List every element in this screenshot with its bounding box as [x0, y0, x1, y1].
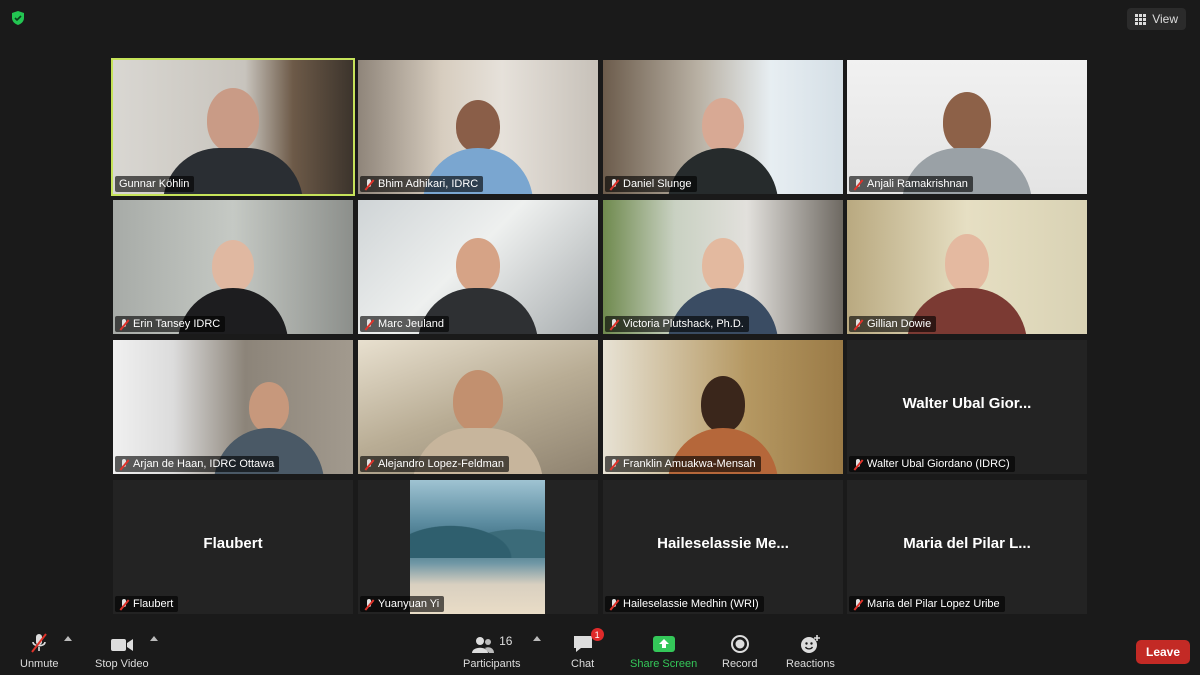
participant-name-label: Daniel Slunge [605, 176, 697, 192]
reactions-button[interactable]: Reactions [786, 632, 835, 670]
participant-name-label: Walter Ubal Giordano (IDRC) [849, 456, 1015, 472]
participant-display-name: Walter Ubal Gior... [902, 394, 1032, 412]
participant-name-label: Erin Tansey IDRC [115, 316, 226, 332]
microphone-muted-icon [609, 178, 619, 190]
participant-display-name: Haileselassie Me... [657, 534, 789, 552]
microphone-muted-icon [119, 318, 129, 330]
participant-name-label: Arjan de Haan, IDRC Ottawa [115, 456, 280, 472]
participant-tile[interactable]: Anjali Ramakrishnan [847, 60, 1087, 194]
participant-tile[interactable]: Bhim Adhikari, IDRC [358, 60, 598, 194]
video-options-caret[interactable] [150, 636, 158, 641]
microphone-muted-icon [853, 318, 863, 330]
participant-name-label: Franklin Amuakwa-Mensah [605, 456, 761, 472]
microphone-muted-icon [364, 458, 374, 470]
view-button[interactable]: View [1127, 8, 1186, 30]
participants-icon [472, 637, 495, 653]
record-button[interactable]: Record [722, 632, 757, 670]
participant-display-name: Maria del Pilar L... [903, 534, 1031, 552]
grid-view-icon [1135, 13, 1147, 25]
meeting-toolbar: Unmute Stop Video 16 Participants 1 Chat… [0, 626, 1200, 675]
chat-bubble-icon [573, 636, 592, 652]
microphone-muted-icon [119, 598, 129, 610]
microphone-muted-icon [609, 598, 619, 610]
profile-picture [410, 480, 545, 614]
video-gallery: Gunnar Köhlin Bhim Adhikari, IDRC Daniel… [111, 58, 1087, 614]
participant-tile[interactable]: Flaubert Flaubert [113, 480, 353, 614]
participant-name-label: Haileselassie Medhin (WRI) [605, 596, 764, 612]
participant-name-label: Gunnar Köhlin [115, 176, 195, 192]
stop-video-button[interactable]: Stop Video [95, 632, 149, 670]
participant-name-label: Marc Jeuland [360, 316, 450, 332]
participant-tile[interactable]: Walter Ubal Gior... Walter Ubal Giordano… [847, 340, 1087, 474]
emoji-reaction-icon [801, 635, 821, 653]
share-screen-icon [652, 636, 675, 652]
leave-button[interactable]: Leave [1136, 640, 1190, 664]
participant-name-label: Victoria Plutshack, Ph.D. [605, 316, 749, 332]
record-icon [730, 635, 749, 653]
participant-tile[interactable]: Marc Jeuland [358, 200, 598, 334]
participant-tile[interactable]: Gunnar Köhlin [111, 58, 355, 196]
participant-name-label: Anjali Ramakrishnan [849, 176, 973, 192]
microphone-muted-icon [364, 178, 374, 190]
participant-tile[interactable]: Victoria Plutshack, Ph.D. [603, 200, 843, 334]
microphone-muted-icon [364, 598, 374, 610]
participants-options-caret[interactable] [533, 636, 541, 641]
participant-display-name: Flaubert [203, 534, 263, 552]
participant-tile[interactable]: Gillian Dowie [847, 200, 1087, 334]
participant-tile[interactable]: Maria del Pilar L... Maria del Pilar Lop… [847, 480, 1087, 614]
participant-name-label: Maria del Pilar Lopez Uribe [849, 596, 1005, 612]
microphone-muted-icon [609, 318, 619, 330]
chat-unread-badge: 1 [590, 628, 604, 641]
audio-options-caret[interactable] [64, 636, 72, 641]
microphone-muted-icon [853, 458, 863, 470]
participant-tile[interactable]: Haileselassie Me... Haileselassie Medhin… [603, 480, 843, 614]
participants-button[interactable]: 16 Participants [463, 632, 520, 670]
microphone-muted-icon [853, 178, 863, 190]
participant-tile[interactable]: Alejandro Lopez-Feldman [358, 340, 598, 474]
microphone-muted-icon [31, 633, 48, 653]
participant-tile[interactable]: Yuanyuan Yi [358, 480, 598, 614]
participant-tile[interactable]: Erin Tansey IDRC [113, 200, 353, 334]
participant-tile[interactable]: Daniel Slunge [603, 60, 843, 194]
participant-name-label: Bhim Adhikari, IDRC [360, 176, 484, 192]
microphone-muted-icon [609, 458, 619, 470]
participant-name-label: Yuanyuan Yi [360, 596, 445, 612]
participant-tile[interactable]: Arjan de Haan, IDRC Ottawa [113, 340, 353, 474]
participant-name-label: Alejandro Lopez-Feldman [360, 456, 509, 472]
microphone-muted-icon [364, 318, 374, 330]
security-shield-icon[interactable] [10, 10, 26, 26]
view-label: View [1152, 12, 1178, 26]
participant-name-label: Gillian Dowie [849, 316, 937, 332]
participants-count: 16 [499, 634, 513, 648]
microphone-muted-icon [853, 598, 863, 610]
share-screen-button[interactable]: Share Screen [630, 632, 697, 670]
unmute-button[interactable]: Unmute [20, 632, 59, 670]
video-camera-icon [110, 639, 133, 651]
chat-button[interactable]: 1 Chat [571, 628, 604, 670]
participant-tile[interactable]: Franklin Amuakwa-Mensah [603, 340, 843, 474]
participant-name-label: Flaubert [115, 596, 179, 612]
microphone-muted-icon [119, 458, 129, 470]
